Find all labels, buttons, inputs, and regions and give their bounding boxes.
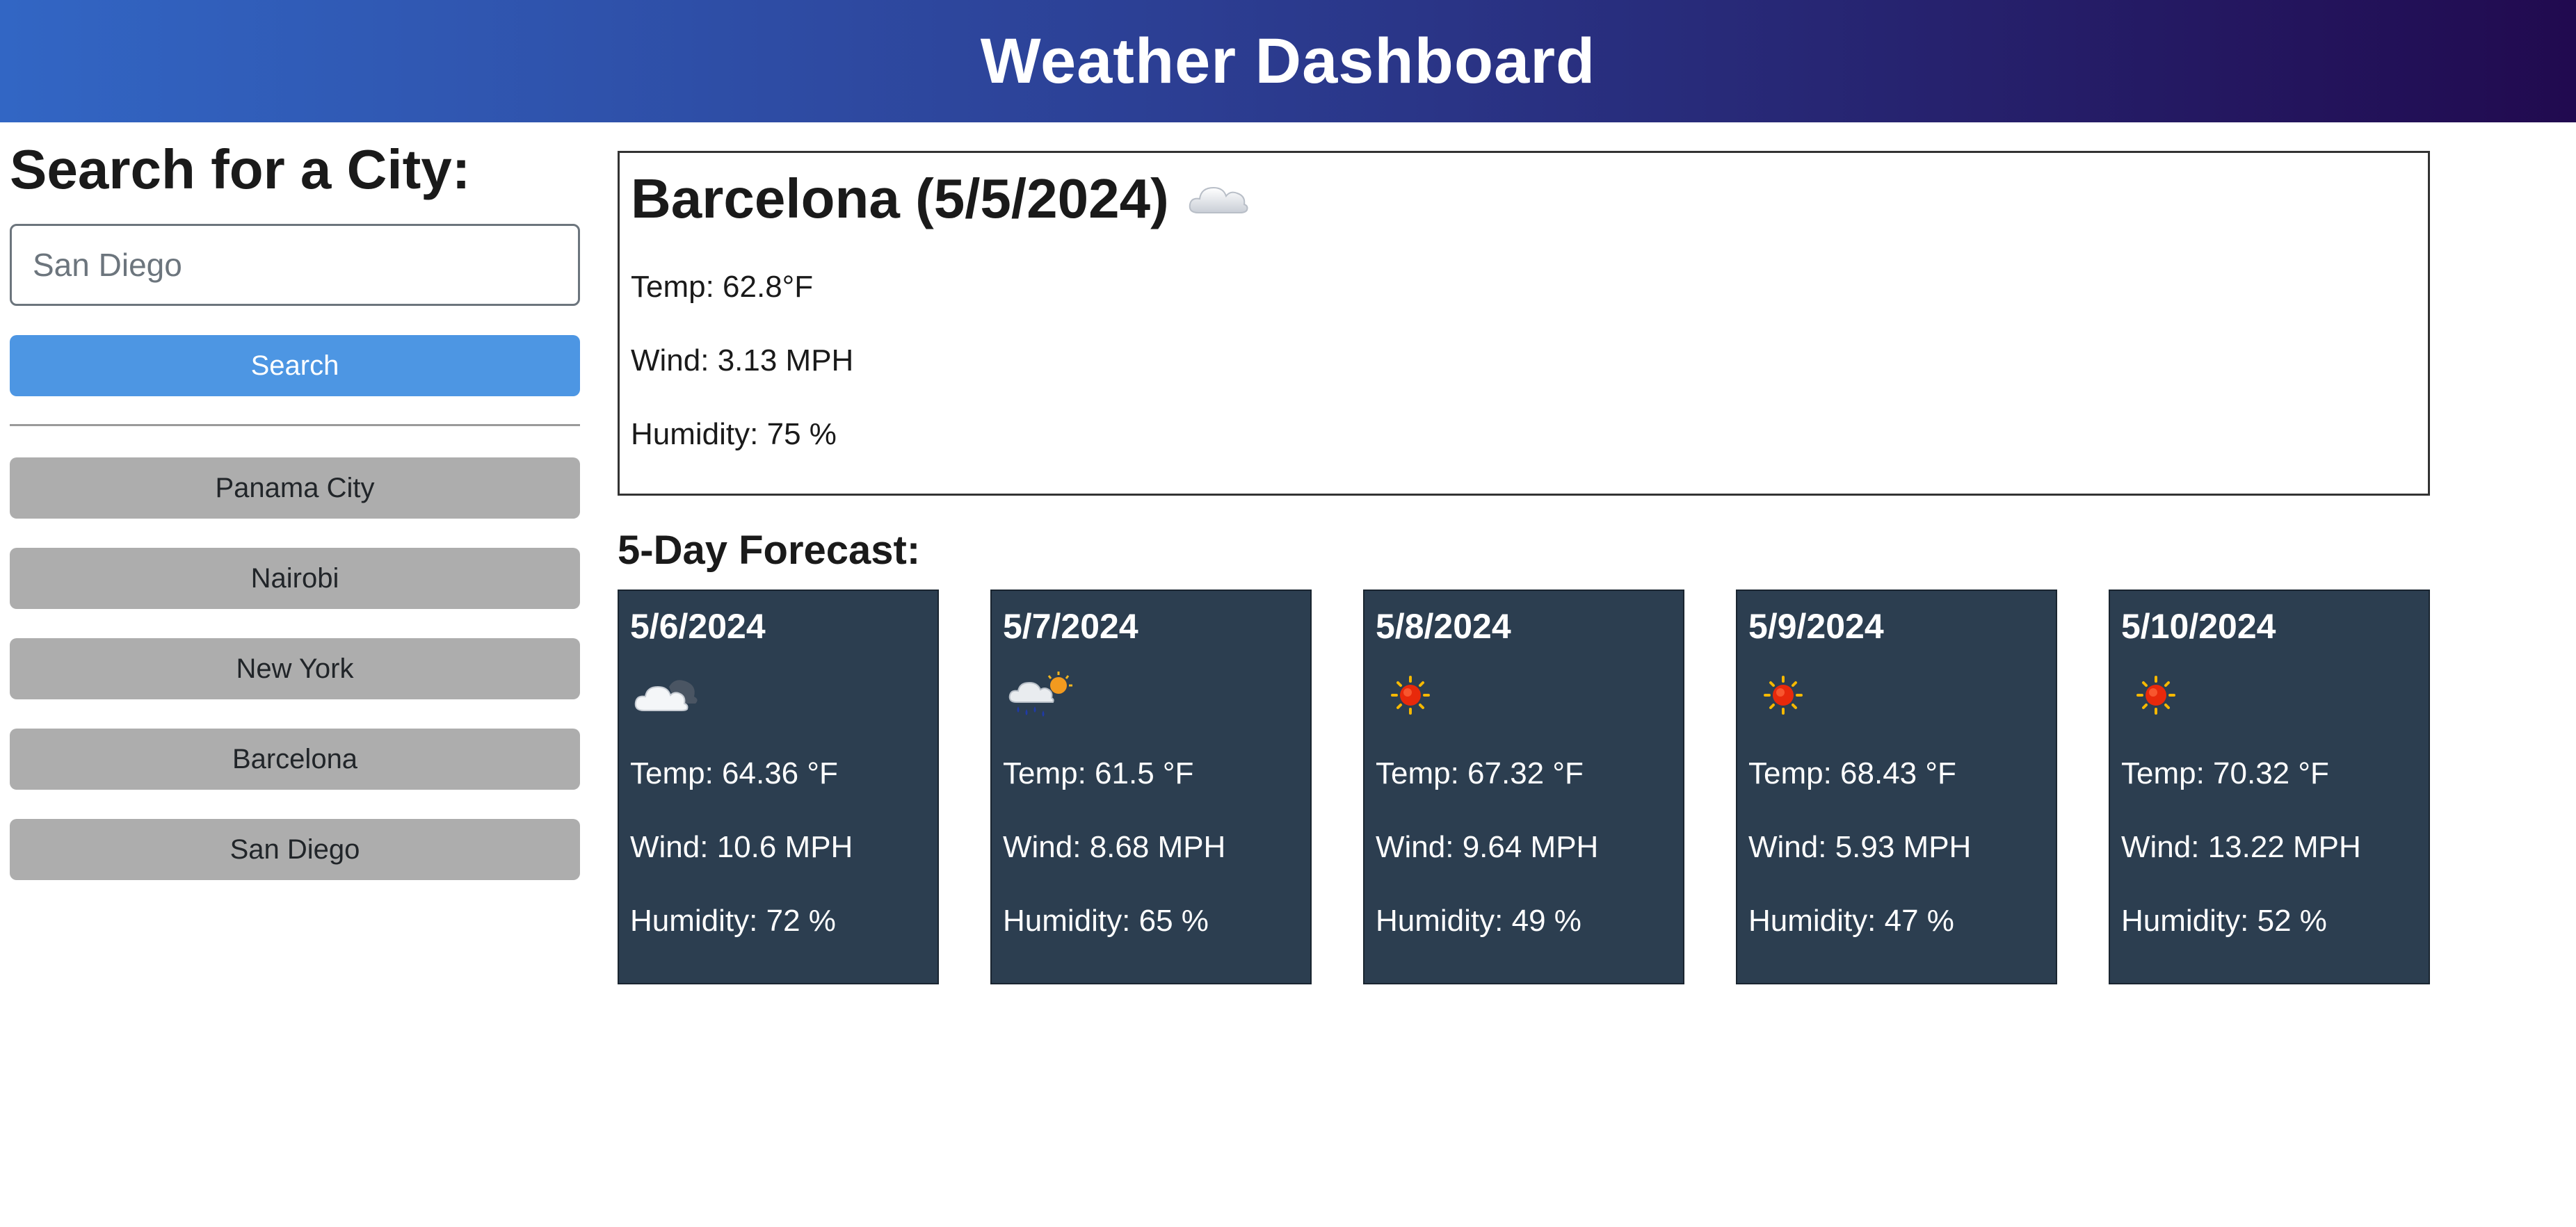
history-city-button[interactable]: New York [10, 638, 580, 699]
rain-sun-icon [1008, 672, 1072, 717]
current-wind: Wind: 3.13 MPH [631, 343, 854, 377]
forecast-temp: Temp: 67.32 °F [1376, 756, 1584, 790]
sun-icon [2136, 676, 2175, 715]
search-sidebar: Search for a City: Search Panama City Na… [10, 138, 580, 880]
forecast-humidity: Humidity: 52 % [2121, 904, 2327, 938]
search-heading: Search for a City: [10, 138, 471, 200]
forecast-humidity: Humidity: 65 % [1003, 904, 1209, 938]
header-banner: Weather Dashboard [0, 0, 2576, 122]
forecast-humidity: Humidity: 49 % [1376, 904, 1581, 938]
history-city-button[interactable]: Panama City [10, 457, 580, 519]
forecast-date: 5/10/2024 [2121, 607, 2276, 646]
current-humidity: Humidity: 75 % [631, 417, 837, 451]
history-city-button[interactable]: San Diego [10, 819, 580, 880]
forecast-wind: Wind: 10.6 MPH [630, 830, 853, 864]
forecast-date: 5/7/2024 [1003, 607, 1138, 646]
search-button[interactable]: Search [10, 335, 580, 396]
forecast-temp: Temp: 64.36 °F [630, 756, 838, 790]
forecast-card: 5/6/2024 Temp: 64.36 °F Wind: 10.6 MPH H… [618, 590, 939, 984]
search-history-list: Panama City Nairobi New York Barcelona S… [10, 457, 580, 909]
forecast-humidity: Humidity: 72 % [630, 904, 836, 938]
forecast-date: 5/9/2024 [1748, 607, 1884, 646]
history-city-button[interactable]: Nairobi [10, 548, 580, 609]
sun-icon [1764, 676, 1803, 715]
city-search-input[interactable] [10, 224, 580, 306]
forecast-wind: Wind: 13.22 MPH [2121, 830, 2361, 864]
forecast-card: 5/10/2024 Temp: 70.32 °F Wind: 13.22 MPH… [2109, 590, 2430, 984]
sun-icon [1391, 676, 1430, 715]
page-title: Weather Dashboard [980, 25, 1596, 97]
forecast-wind: Wind: 5.93 MPH [1748, 830, 1972, 864]
forecast-card: 5/7/2024 Temp: 61.5 °F Wind: 8.68 MPH Hu… [990, 590, 1312, 984]
forecast-date: 5/8/2024 [1376, 607, 1511, 646]
current-city-title: Barcelona (5/5/2024) [631, 168, 1169, 229]
forecast-heading: 5-Day Forecast: [618, 528, 921, 573]
current-weather-header: Barcelona (5/5/2024) [631, 167, 2417, 231]
forecast-humidity: Humidity: 47 % [1748, 904, 1954, 938]
forecast-card: 5/8/2024 Temp: 67.32 °F Wind: 9.64 MPH H… [1363, 590, 1684, 984]
forecast-date: 5/6/2024 [630, 607, 766, 646]
forecast-temp: Temp: 61.5 °F [1003, 756, 1194, 790]
cloud-icon [1189, 186, 1248, 213]
forecast-temp: Temp: 68.43 °F [1748, 756, 1956, 790]
current-temp: Temp: 62.8°F [631, 270, 814, 304]
sidebar-divider [10, 424, 580, 426]
partly-cloudy-icon [634, 680, 698, 711]
forecast-wind: Wind: 9.64 MPH [1376, 830, 1599, 864]
history-city-button[interactable]: Barcelona [10, 729, 580, 790]
forecast-wind: Wind: 8.68 MPH [1003, 830, 1226, 864]
current-weather-panel: Barcelona (5/5/2024) Temp: 62.8°F Wind: … [618, 151, 2430, 496]
forecast-card: 5/9/2024 Temp: 68.43 °F Wind: 5.93 MPH H… [1736, 590, 2057, 984]
forecast-temp: Temp: 70.32 °F [2121, 756, 2329, 790]
